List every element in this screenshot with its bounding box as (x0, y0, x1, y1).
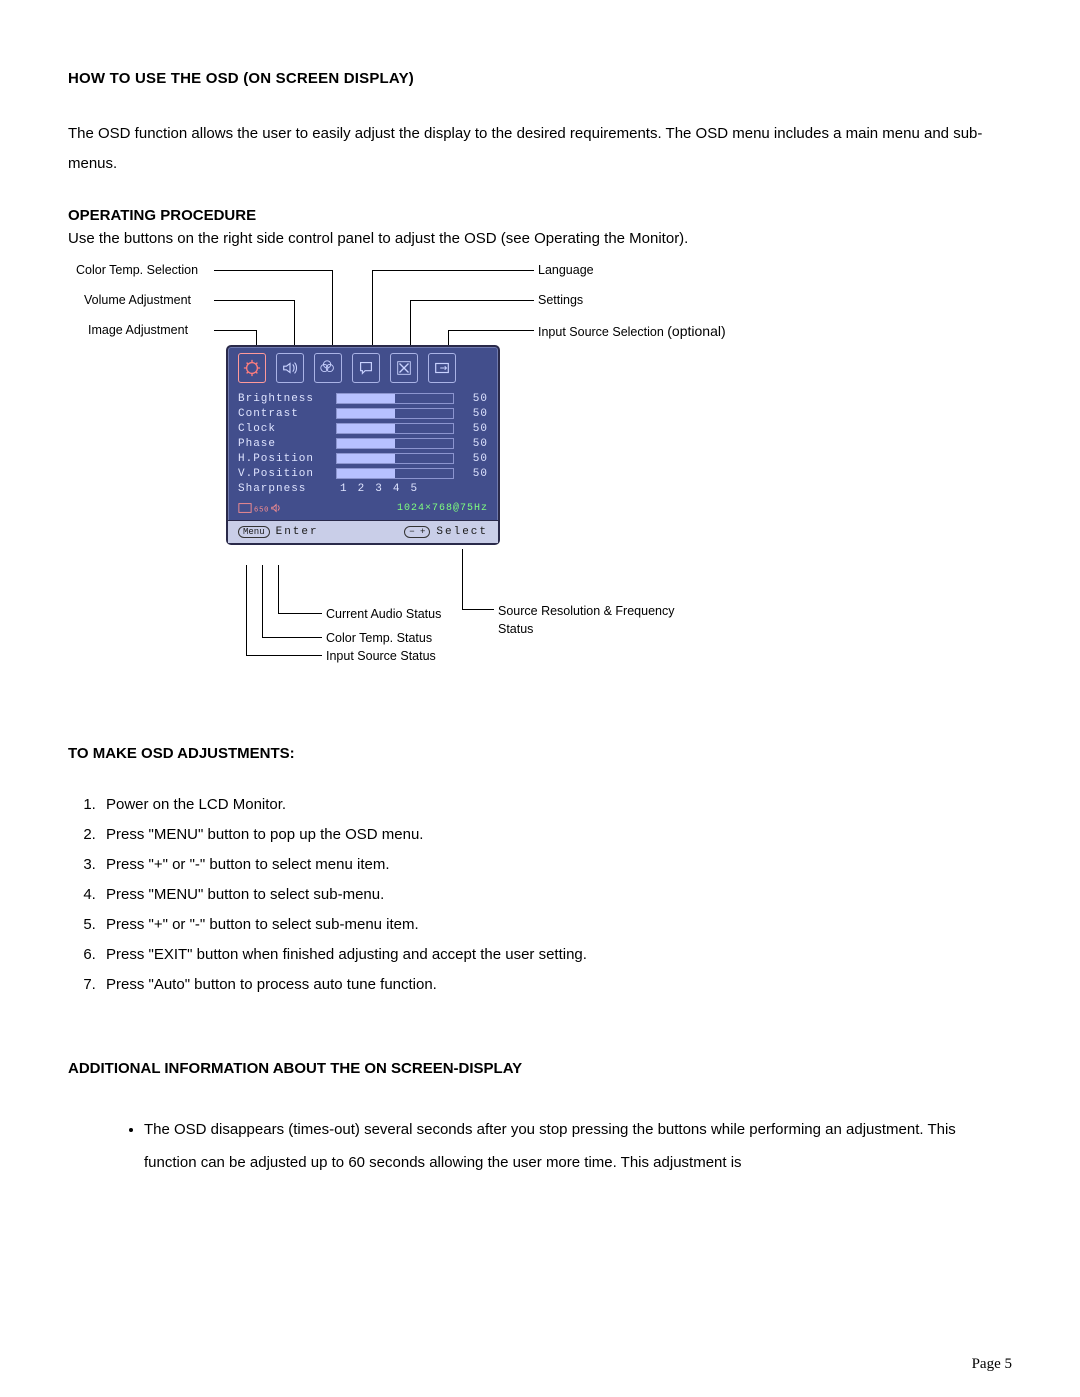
additional-bullets: The OSD disappears (times-out) several s… (120, 1113, 1012, 1179)
osd-row: Clock 50 (238, 421, 488, 436)
osd-row: V.Position 50 (238, 466, 488, 481)
osd-row: Phase 50 (238, 436, 488, 451)
sharp-5: 5 (410, 483, 418, 495)
sharp-3: 3 (375, 483, 383, 495)
language-icon (352, 353, 380, 383)
row-value: 50 (454, 423, 488, 435)
adjustments-heading: TO MAKE OSD ADJUSTMENTS: (68, 745, 1012, 762)
row-bar (336, 453, 454, 464)
osd-iconbar (228, 347, 498, 385)
row-name: Clock (238, 423, 336, 435)
status-glyphs: 6500 (238, 502, 284, 514)
label-image-adjustment: Image Adjustment (88, 323, 188, 337)
additional-heading: ADDITIONAL INFORMATION ABOUT THE ON SCRE… (68, 1060, 1012, 1077)
osd-status-row: 6500 1024×768@75Hz (228, 500, 498, 520)
select-label: Select (436, 526, 488, 538)
color-temp-status-icon: 6500 (254, 502, 268, 514)
input-source-optional: (optional) (667, 323, 725, 339)
osd-panel: Brightness50 Contrast50 Clock50 Phase50 … (226, 345, 500, 545)
step-item: Press "Auto" button to process auto tune… (100, 970, 1012, 1000)
label-current-audio-status: Current Audio Status (326, 607, 441, 621)
image-icon (238, 353, 266, 383)
row-bar (336, 468, 454, 479)
resolution-status: 1024×768@75Hz (397, 503, 488, 514)
input-source-text: Input Source Selection (538, 325, 664, 339)
row-value: 50 (454, 393, 488, 405)
row-value: 50 (454, 453, 488, 465)
label-color-temp-selection: Color Temp. Selection (76, 263, 198, 277)
audio-status-icon (270, 502, 284, 514)
procedure-text: Use the buttons on the right side contro… (68, 230, 1012, 247)
enter-label: Enter (276, 526, 319, 538)
input-source-icon (428, 353, 456, 383)
procedure-heading: OPERATING PROCEDURE (68, 207, 1012, 224)
settings-icon (390, 353, 418, 383)
row-name: Brightness (238, 393, 336, 405)
sharpness-label: Sharpness (238, 483, 336, 495)
intro-paragraph: The OSD function allows the user to easi… (68, 119, 1012, 179)
svg-text:6500: 6500 (254, 507, 268, 515)
bullet-item: The OSD disappears (times-out) several s… (144, 1113, 1012, 1179)
label-color-temp-status: Color Temp. Status (326, 631, 432, 645)
label-language: Language (538, 263, 594, 277)
volume-icon (276, 353, 304, 383)
label-volume-adjustment: Volume Adjustment (84, 293, 191, 307)
osd-rows: Brightness50 Contrast50 Clock50 Phase50 … (228, 385, 498, 500)
row-value: 50 (454, 468, 488, 480)
osd-diagram: Color Temp. Selection Volume Adjustment … (76, 263, 796, 693)
step-item: Press "+" or "-" button to select sub-me… (100, 910, 1012, 940)
color-temp-icon (314, 353, 342, 383)
label-input-source-status: Input Source Status (326, 649, 436, 663)
row-value: 50 (454, 408, 488, 420)
step-item: Press "EXIT" button when finished adjust… (100, 940, 1012, 970)
sharpness-values: 1 2 3 4 5 (336, 483, 488, 495)
row-bar (336, 408, 454, 419)
label-settings: Settings (538, 293, 583, 307)
menu-chip: Menu (238, 526, 270, 538)
row-name: Contrast (238, 408, 336, 420)
row-value: 50 (454, 438, 488, 450)
sharp-4: 4 (393, 483, 401, 495)
row-bar (336, 393, 454, 404)
sharp-2: 2 (358, 483, 366, 495)
input-source-status-icon (238, 502, 252, 514)
plusminus-chip: − + (404, 526, 430, 538)
osd-row: Contrast 50 (238, 406, 488, 421)
step-item: Power on the LCD Monitor. (100, 790, 1012, 820)
label-resolution-frequency-status: Source Resolution & Frequency Status (498, 603, 688, 638)
row-bar (336, 423, 454, 434)
step-item: Press "MENU" button to pop up the OSD me… (100, 820, 1012, 850)
row-name: H.Position (238, 453, 336, 465)
row-name: Phase (238, 438, 336, 450)
page-number: Page 5 (972, 1356, 1012, 1373)
sharp-1: 1 (340, 483, 348, 495)
adjustment-steps: Power on the LCD Monitor. Press "MENU" b… (72, 790, 1012, 1000)
step-item: Press "+" or "-" button to select menu i… (100, 850, 1012, 880)
osd-row: H.Position 50 (238, 451, 488, 466)
label-input-source-selection: Input Source Selection (optional) (538, 323, 726, 339)
osd-sharpness-row: Sharpness 1 2 3 4 5 (238, 481, 488, 496)
step-item: Press "MENU" button to select sub-menu. (100, 880, 1012, 910)
osd-bottom-bar: Menu Enter − + Select (228, 520, 498, 543)
section-heading: HOW TO USE THE OSD (ON SCREEN DISPLAY) (68, 70, 1012, 87)
row-name: V.Position (238, 468, 336, 480)
row-bar (336, 438, 454, 449)
osd-row: Brightness 50 (238, 391, 488, 406)
